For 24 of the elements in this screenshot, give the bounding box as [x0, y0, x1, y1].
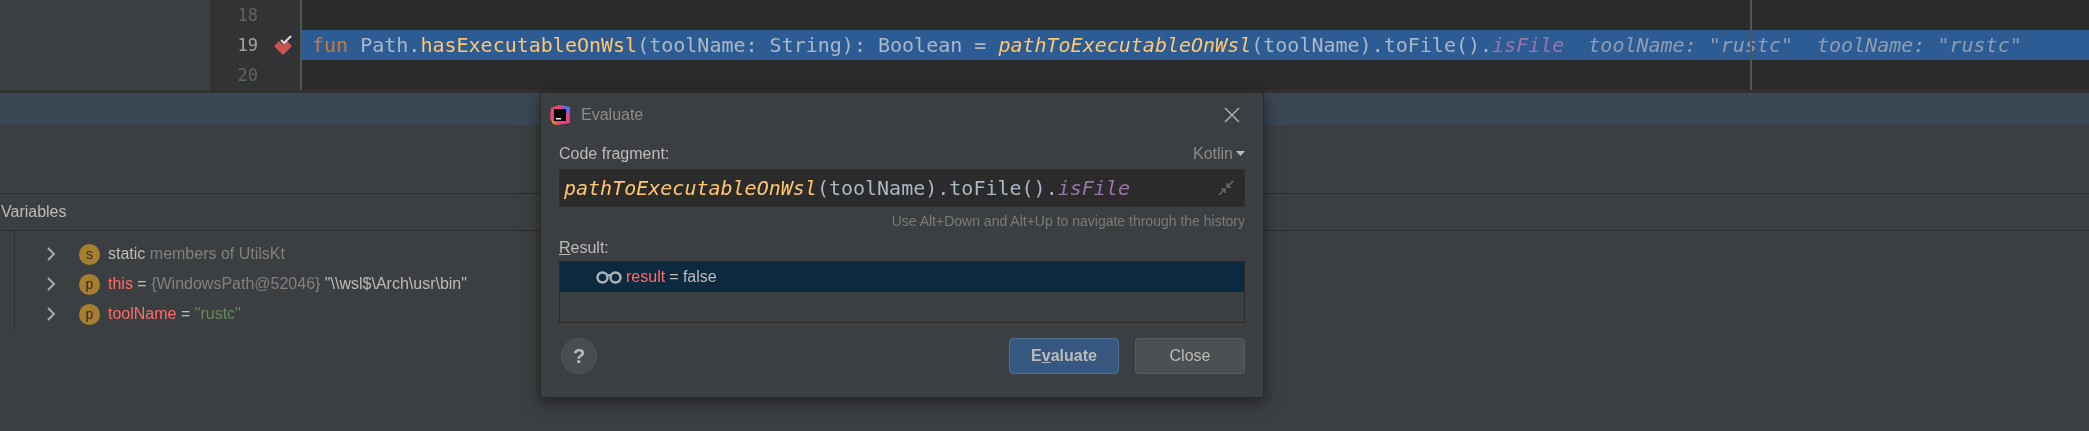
variable-entry[interactable]: toolName = "rustc"	[108, 305, 241, 323]
language-dropdown[interactable]: Kotlin	[1192, 145, 1245, 163]
panel-title: Variables	[1, 203, 67, 221]
dialog-title: Evaluate	[581, 106, 644, 124]
history-hint: Use Alt+Down and Alt+Up to navigate through the history	[891, 213, 1245, 229]
close-button[interactable]: Close	[1135, 338, 1245, 374]
line-number: 19	[236, 35, 258, 55]
variable-entry[interactable]: static members of UtilsKt	[108, 245, 285, 263]
close-icon[interactable]	[1223, 106, 1241, 124]
variable-entry[interactable]: this = {WindowsPath@52046} "\\wsl$\Arch\usr\bin"	[108, 275, 467, 293]
field-label: Result:	[559, 239, 610, 257]
glasses-icon	[596, 270, 622, 284]
variable-type-badge: p	[79, 303, 100, 325]
help-button[interactable]: ?	[561, 338, 597, 374]
field-label: Code fragment:	[559, 145, 670, 163]
evaluate-button[interactable]: Evaluate	[1009, 338, 1119, 374]
variable-type-badge: s	[79, 243, 100, 265]
collapse-icon[interactable]	[1218, 180, 1234, 196]
breakpoint-icon[interactable]	[272, 34, 294, 56]
result-row[interactable]: result = false	[560, 262, 1244, 292]
variable-type-badge: p	[79, 273, 100, 295]
code-fragment-field[interactable]: pathToExecutableOnWsl(toolName).toFile().isFile	[559, 169, 1245, 207]
dropdown-arrow-icon	[1236, 151, 1245, 157]
app-logo-icon	[549, 104, 571, 126]
